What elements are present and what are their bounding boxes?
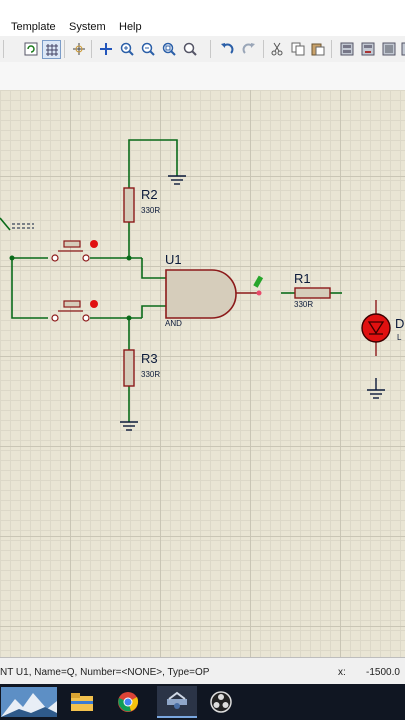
led-ref-label: D	[395, 316, 405, 331]
u1-type-label: AND	[165, 319, 182, 328]
taskbar	[0, 684, 405, 720]
r2-value-label: 330R	[141, 206, 161, 215]
menu-help[interactable]: Help	[119, 21, 142, 33]
zoom-in-icon[interactable]	[118, 40, 135, 57]
copy-icon[interactable]	[289, 40, 306, 57]
proteus-isis-icon[interactable]	[157, 686, 197, 718]
r1-ref-label: R1	[294, 271, 311, 286]
r3-value-label: 330R	[141, 370, 161, 379]
menu-template[interactable]: Template	[11, 21, 56, 33]
file-explorer-icon[interactable]	[64, 686, 100, 718]
schematic-drawing	[0, 139, 391, 431]
status-bar: NT U1, Name=Q, Number=<NONE>, Type=OP x:…	[0, 657, 405, 685]
zoom-out-icon[interactable]	[139, 40, 156, 57]
menu-bar: Template System Help	[0, 18, 405, 36]
block-copy-icon[interactable]	[338, 40, 355, 57]
block-rotate-icon[interactable]	[380, 40, 397, 57]
refresh-icon[interactable]	[22, 40, 39, 57]
redo-icon[interactable]	[240, 40, 257, 57]
toolbar-secondary	[0, 62, 405, 91]
chrome-icon[interactable]	[110, 686, 146, 718]
paste-icon[interactable]	[309, 40, 326, 57]
coord-x-value: -1500.0	[366, 667, 400, 678]
origin-icon[interactable]	[70, 40, 87, 57]
toolbar	[0, 36, 405, 63]
pan-icon[interactable]	[97, 40, 114, 57]
schematic-canvas[interactable]: R2 330R R3 330R R1 330R U1 AND D L	[0, 90, 405, 657]
r2-ref-label: R2	[141, 187, 158, 202]
zoom-area-icon[interactable]	[181, 40, 198, 57]
start-landscape-icon[interactable]	[0, 686, 58, 718]
grid-icon[interactable]	[42, 40, 61, 59]
title-area	[0, 0, 405, 18]
block-delete-icon[interactable]	[399, 40, 405, 57]
cut-icon[interactable]	[268, 40, 285, 57]
r3-ref-label: R3	[141, 351, 158, 366]
obs-icon[interactable]	[203, 686, 239, 718]
menu-system[interactable]: System	[69, 21, 106, 33]
block-move-icon[interactable]	[359, 40, 376, 57]
led-value-label: L	[397, 333, 402, 342]
undo-icon[interactable]	[218, 40, 235, 57]
zoom-all-icon[interactable]	[160, 40, 177, 57]
u1-ref-label: U1	[165, 252, 182, 267]
status-message: NT U1, Name=Q, Number=<NONE>, Type=OP	[0, 667, 210, 678]
coord-x-label: x:	[338, 667, 346, 678]
r1-value-label: 330R	[294, 300, 314, 309]
